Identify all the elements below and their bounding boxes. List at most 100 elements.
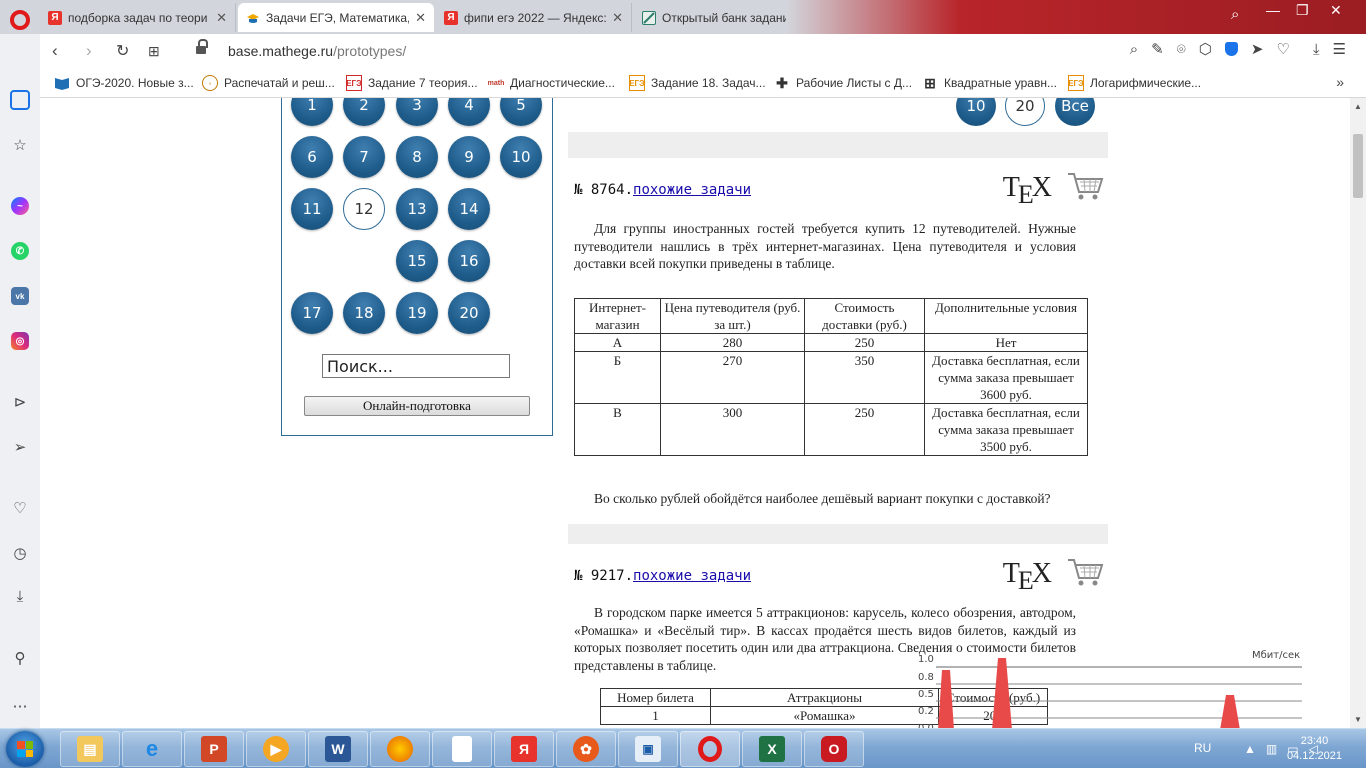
taskbar-file[interactable] bbox=[432, 731, 492, 767]
taskbar-opera-gx[interactable]: O bbox=[804, 731, 864, 767]
language-indicator[interactable]: RU bbox=[1194, 741, 1211, 755]
taskbar-excel[interactable]: X bbox=[742, 731, 802, 767]
taskbar-opera[interactable] bbox=[680, 731, 740, 767]
bookmark-item[interactable]: ◦ Распечатай и реш... bbox=[202, 75, 335, 91]
bookmark-item[interactable]: ⊞ Квадратные уравн... bbox=[922, 75, 1057, 91]
number-button-19[interactable]: 19 bbox=[396, 292, 438, 334]
menu-icon[interactable]: ☰ bbox=[1333, 40, 1346, 58]
taskbar-torrent[interactable]: ✿ bbox=[556, 731, 616, 767]
taskbar-powerpoint[interactable]: P bbox=[184, 731, 244, 767]
pager-10-button[interactable]: 10 bbox=[956, 98, 996, 126]
close-icon[interactable]: ✕ bbox=[216, 10, 227, 26]
more-bookmarks-icon[interactable]: » bbox=[1336, 74, 1344, 90]
lightbulb-icon[interactable]: ⚲ bbox=[10, 648, 30, 668]
opera-logo-icon[interactable] bbox=[10, 10, 30, 30]
vertical-scrollbar[interactable]: ▲ ▼ bbox=[1350, 98, 1366, 728]
taskbar-ie[interactable]: e bbox=[122, 731, 182, 767]
close-window-icon[interactable]: ✕ bbox=[1330, 2, 1342, 19]
pager-all-button[interactable]: Все bbox=[1055, 98, 1095, 126]
taskbar-firefox[interactable] bbox=[370, 731, 430, 767]
instagram-icon[interactable]: ◎ bbox=[10, 331, 30, 351]
whatsapp-icon[interactable]: ✆ bbox=[10, 241, 30, 261]
cart-icon[interactable] bbox=[1066, 170, 1104, 202]
minimize-icon[interactable]: — bbox=[1266, 2, 1280, 18]
pager-20-button[interactable]: 20 bbox=[1005, 98, 1045, 126]
similar-tasks-link[interactable]: похожие задачи bbox=[633, 182, 751, 198]
number-button-3[interactable]: 3 bbox=[396, 98, 438, 126]
number-button-13[interactable]: 13 bbox=[396, 188, 438, 230]
tex-icon[interactable]: TEX bbox=[1003, 172, 1052, 209]
number-button-17[interactable]: 17 bbox=[291, 292, 333, 334]
heart-icon[interactable]: ♡ bbox=[10, 498, 30, 518]
scroll-down-icon[interactable]: ▼ bbox=[1354, 715, 1362, 724]
network-icon[interactable]: ▥ bbox=[1266, 742, 1277, 756]
reload-icon[interactable]: ↻ bbox=[116, 41, 129, 61]
vk-icon[interactable]: vk bbox=[10, 286, 30, 306]
history-icon[interactable]: ◷ bbox=[10, 543, 30, 563]
tab-2[interactable]: Задачи ЕГЭ, Математика, ✕ bbox=[238, 3, 434, 32]
bookmark-item[interactable]: math Диагностические... bbox=[488, 75, 615, 91]
number-button-1[interactable]: 1 bbox=[291, 98, 333, 126]
page-search-icon[interactable]: ⌕ bbox=[1130, 41, 1138, 58]
send-icon[interactable]: ➤ bbox=[1251, 40, 1264, 58]
vpn-shield-icon[interactable] bbox=[1224, 42, 1238, 56]
search-tabs-icon[interactable]: ⌕ bbox=[1231, 6, 1239, 23]
start-button[interactable] bbox=[6, 731, 44, 767]
taskbar-explorer[interactable]: ▤ bbox=[60, 731, 120, 767]
number-button-6[interactable]: 6 bbox=[291, 136, 333, 178]
tab-1[interactable]: Я подборка задач по теори ✕ bbox=[40, 3, 236, 32]
heart-icon[interactable]: ♡ bbox=[1276, 40, 1289, 58]
number-button-15[interactable]: 15 bbox=[396, 240, 438, 282]
number-button-12-selected[interactable]: 12 bbox=[343, 188, 385, 230]
scrollbar-thumb[interactable] bbox=[1353, 134, 1363, 198]
bookmark-item[interactable]: ЕГЭ Логарифмические... bbox=[1068, 75, 1201, 91]
taskbar-scanner[interactable]: ▣ bbox=[618, 731, 678, 767]
bookmark-item[interactable]: ЕГЭ Задание 7 теория... bbox=[346, 75, 478, 91]
cart-icon[interactable] bbox=[1066, 556, 1104, 588]
taskbar-word[interactable]: W bbox=[308, 731, 368, 767]
clock[interactable]: 23:40 04.12.2021 bbox=[1287, 734, 1342, 764]
number-button-16[interactable]: 16 bbox=[448, 240, 490, 282]
taskbar-media[interactable]: ▶ bbox=[246, 731, 306, 767]
maximize-icon[interactable]: ❐ bbox=[1296, 2, 1309, 19]
show-hidden-icons-icon[interactable]: ▲ bbox=[1244, 742, 1256, 756]
messenger-icon[interactable]: ~ bbox=[10, 196, 30, 216]
close-icon[interactable]: ✕ bbox=[415, 10, 426, 26]
speed-dial-icon[interactable]: ⊞ bbox=[148, 43, 160, 60]
back-icon[interactable]: ‹ bbox=[52, 41, 58, 61]
player-icon[interactable]: ⊳ bbox=[10, 392, 30, 412]
cube-icon[interactable]: ⬡ bbox=[1199, 40, 1212, 58]
number-button-14[interactable]: 14 bbox=[448, 188, 490, 230]
bookmark-item[interactable]: ЕГЭ Задание 18. Задач... bbox=[629, 75, 766, 91]
number-button-9[interactable]: 9 bbox=[448, 136, 490, 178]
number-button-7[interactable]: 7 bbox=[343, 136, 385, 178]
similar-tasks-link[interactable]: похожие задачи bbox=[633, 568, 751, 584]
url-field[interactable]: base.mathege.ru/prototypes/ bbox=[228, 43, 406, 59]
edit-icon[interactable]: ✎ bbox=[1151, 40, 1164, 58]
taskbar-yandex[interactable]: Я bbox=[494, 731, 554, 767]
number-button-8[interactable]: 8 bbox=[396, 136, 438, 178]
number-button-18[interactable]: 18 bbox=[343, 292, 385, 334]
number-button-2[interactable]: 2 bbox=[343, 98, 385, 126]
scroll-up-icon[interactable]: ▲ bbox=[1354, 102, 1362, 111]
number-button-11[interactable]: 11 bbox=[291, 188, 333, 230]
search-input[interactable]: Поиск... bbox=[322, 354, 510, 378]
close-icon[interactable]: ✕ bbox=[612, 10, 623, 26]
forward-icon[interactable]: › bbox=[86, 41, 92, 61]
bookmark-item[interactable]: ОГЭ-2020. Новые з... bbox=[54, 75, 194, 91]
bookmark-item[interactable]: ✚ Рабочие Листы с Д... bbox=[774, 75, 912, 91]
lock-icon[interactable] bbox=[196, 39, 208, 55]
camera-icon[interactable]: ⌾ bbox=[1177, 41, 1186, 58]
number-button-5[interactable]: 5 bbox=[500, 98, 542, 126]
online-preparation-button[interactable]: Онлайн-подготовка bbox=[304, 396, 530, 416]
number-button-4[interactable]: 4 bbox=[448, 98, 490, 126]
number-button-10[interactable]: 10 bbox=[500, 136, 542, 178]
download-icon[interactable]: ⤓ bbox=[1313, 41, 1320, 58]
home-icon[interactable] bbox=[10, 90, 30, 110]
number-button-20[interactable]: 20 bbox=[448, 292, 490, 334]
send-icon[interactable]: ➢ bbox=[10, 437, 30, 457]
tab-3[interactable]: Я фипи егэ 2022 — Яндекс: ✕ bbox=[436, 3, 632, 32]
tex-icon[interactable]: TEX bbox=[1003, 558, 1052, 595]
star-icon[interactable]: ☆ bbox=[10, 135, 30, 155]
downloads-icon[interactable]: ⤓ bbox=[10, 586, 30, 606]
